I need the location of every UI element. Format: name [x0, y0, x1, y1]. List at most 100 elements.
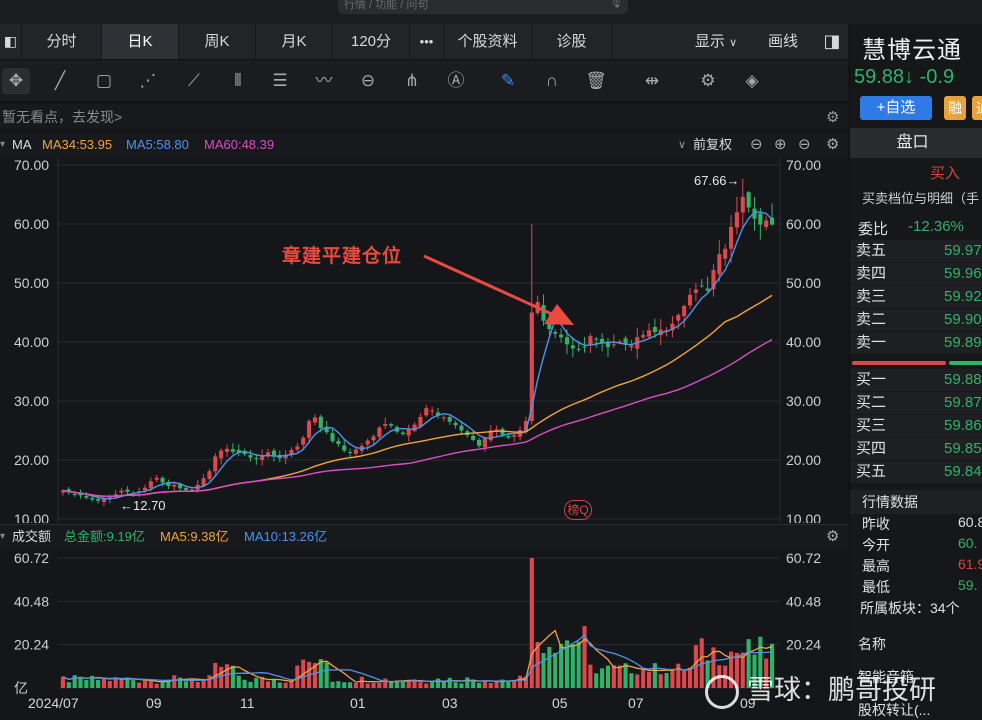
move-cross-icon[interactable]: ✥ — [2, 68, 30, 94]
parallel-lines-icon[interactable]: ⫴ — [224, 68, 252, 94]
rectangle-tool-icon[interactable]: ▢ — [90, 68, 118, 94]
add-watchlist-button[interactable]: +自选 — [860, 96, 932, 120]
ask-row[interactable]: 卖二 59.90 — [850, 309, 982, 331]
candle-body — [646, 330, 652, 337]
tab-fenshi[interactable]: 分时 — [22, 24, 102, 59]
magnet-icon[interactable]: ∩ — [538, 68, 566, 94]
minus-circle-icon[interactable]: ⊖ — [798, 133, 811, 157]
y-tick-label: 20.24 — [786, 637, 821, 653]
kline-chart[interactable]: 70.00 70.00 60.00 60.00 50.00 50.00 40.00 40.00… — [0, 157, 848, 523]
fibonacci-tool-icon[interactable]: ☰ — [266, 68, 294, 94]
candle-body — [142, 487, 148, 491]
draw-line-button[interactable]: 画线 — [752, 24, 814, 59]
more-tabs-button[interactable]: ••• — [410, 24, 444, 59]
volume-bar — [664, 673, 669, 688]
candle-body — [400, 432, 405, 435]
collapse-arrow-icon[interactable]: ▾ — [0, 525, 5, 549]
candle-body — [84, 495, 89, 498]
text-tool-icon[interactable]: Ⓐ — [442, 68, 470, 94]
volume-bar — [465, 677, 470, 688]
buy-tab[interactable]: 买入 — [930, 162, 982, 183]
volume-bar — [600, 668, 605, 688]
y-tick-label: 20.00 — [786, 452, 821, 468]
trash-icon[interactable]: 🗑 — [582, 68, 610, 94]
candle-body — [219, 450, 224, 459]
volume-bar — [72, 675, 77, 688]
candle-body — [318, 416, 323, 429]
ask-row[interactable]: 卖一 59.89 — [850, 332, 982, 354]
candle-body — [148, 481, 153, 488]
volume-bar — [623, 663, 628, 688]
volume-bar — [137, 682, 142, 688]
bid-row[interactable]: 买二 59.87 — [850, 392, 982, 414]
search-input[interactable]: 行情 / 功能 / 问句 — [338, 0, 628, 14]
ask-row[interactable]: 卖三 59.92 — [850, 286, 982, 308]
sector-count[interactable]: 所属板块：34个 — [860, 598, 982, 618]
annotation-label: 章建平建仓位 — [282, 246, 403, 267]
gear-icon[interactable]: ⚙ — [826, 133, 839, 157]
adjust-dropdown[interactable]: 前复权 — [693, 133, 732, 157]
tab-day-k[interactable]: 日K — [102, 24, 179, 59]
market-data-value: 60.8 — [958, 514, 982, 530]
order-level-label: 卖三 — [856, 288, 887, 305]
highlight-notice[interactable]: 暂无看点，去发现> — [0, 104, 848, 130]
tab-diagnosis[interactable]: 诊股 — [532, 24, 612, 59]
sidebar-toggle-icon[interactable]: ◧ — [0, 24, 22, 59]
tab-month-k[interactable]: 月K — [256, 24, 333, 59]
layers-icon[interactable]: ◈ — [738, 68, 766, 94]
display-dropdown[interactable]: 显示 ∨ — [680, 24, 752, 59]
margin-badge[interactable]: 融 — [944, 96, 966, 120]
settings-gear-icon[interactable]: ⚙ — [694, 68, 722, 94]
volume-bar — [324, 662, 329, 688]
bid-row[interactable]: 买三 59.86 — [850, 415, 982, 437]
stock-name: 慧博云通 — [862, 37, 962, 64]
candle-body — [687, 294, 693, 306]
volume-bar — [254, 677, 259, 688]
candle-body — [125, 489, 130, 492]
ask-row[interactable]: 卖四 59.96 — [850, 263, 982, 285]
candle-body — [611, 344, 616, 346]
display-label: 显示 — [694, 33, 725, 50]
panel-toggle-icon[interactable]: ◨ — [816, 24, 848, 59]
wave-tool-icon[interactable]: 〰 — [310, 68, 338, 94]
tab-120min[interactable]: 120分 — [333, 24, 410, 59]
annotation-arrow-icon — [423, 254, 574, 325]
bid-row[interactable]: 买五 59.84 — [850, 461, 982, 483]
connect-badge[interactable]: 通 — [972, 96, 982, 120]
ask-row[interactable]: 卖五 59.97 — [850, 240, 982, 262]
bid-row[interactable]: 买一 59.88 — [850, 369, 982, 391]
volume-bar — [66, 682, 71, 688]
volume-bar — [476, 682, 482, 688]
bid-row[interactable]: 买四 59.85 — [850, 438, 982, 460]
fan-tool-icon[interactable]: ⋰ — [134, 68, 162, 94]
gear-icon[interactable]: ⚙ — [826, 525, 839, 549]
candle-body — [183, 488, 189, 491]
tab-stock-profile[interactable]: 个股资料 — [444, 24, 532, 59]
tab-order-book[interactable]: 盘口 — [850, 128, 982, 158]
channel-tool-icon[interactable]: ⟋ — [180, 68, 208, 94]
volume-bar — [96, 679, 101, 688]
order-level-label: 卖一 — [856, 334, 887, 351]
order-level-price: 59.85 — [944, 440, 982, 457]
candle-body — [652, 327, 657, 332]
gear-icon[interactable]: ⚙ — [826, 108, 839, 126]
order-level-label: 卖二 — [856, 311, 887, 328]
plus-circle-icon[interactable]: ⊕ — [774, 133, 787, 157]
microphone-icon[interactable]: 🎙 — [610, 0, 623, 12]
ranking-badge[interactable]: 榜Q — [564, 500, 592, 520]
tab-week-k[interactable]: 周K — [179, 24, 256, 59]
candle-body — [506, 436, 511, 438]
ma-label: MA — [12, 137, 32, 152]
high-price-label: 67.66→ — [694, 173, 740, 188]
collapse-arrow-icon[interactable]: ▾ — [0, 133, 5, 157]
order-level-price: 59.87 — [944, 394, 982, 411]
pitchfork-tool-icon[interactable]: ⋔ — [398, 68, 426, 94]
minus-circle-icon[interactable]: ⊖ — [750, 133, 763, 157]
line-tool-icon[interactable]: ╱ — [46, 68, 74, 94]
volume-bar — [283, 682, 288, 688]
candle-body — [570, 345, 575, 349]
pen-tool-icon[interactable]: ✎ — [494, 68, 522, 94]
collapse-icon[interactable]: ⇹ — [638, 68, 666, 94]
cycle-tool-icon[interactable]: ⊖ — [354, 68, 382, 94]
y-tick-label: 40.00 — [14, 334, 49, 350]
